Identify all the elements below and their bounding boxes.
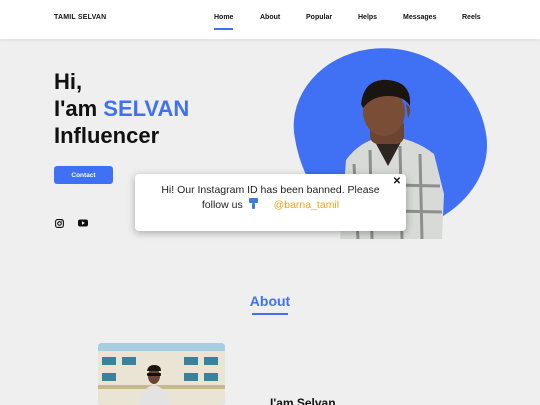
instagram-icon[interactable] xyxy=(53,217,65,229)
announcement-popup: ✕ Hi! Our Instagram ID has been banned. … xyxy=(135,174,406,231)
top-navbar: TAMIL SELVAN Home About Popular Helps Me… xyxy=(0,0,540,39)
nav-helps[interactable]: Helps xyxy=(358,14,377,21)
about-heading: I'am Selvan xyxy=(270,396,336,405)
nav-popular[interactable]: Popular xyxy=(306,14,332,21)
youtube-icon[interactable] xyxy=(77,217,89,229)
nav-reels[interactable]: Reels xyxy=(462,14,481,21)
about-photo xyxy=(98,343,225,405)
hero-name: SELVAN xyxy=(103,96,190,121)
about-section-title: About xyxy=(249,293,291,309)
nav-about[interactable]: About xyxy=(260,14,280,21)
about-title-underline xyxy=(252,313,288,315)
pointing-down-icon xyxy=(248,198,259,210)
hero-name-prefix: I'am xyxy=(54,96,104,121)
hero-role: Influencer xyxy=(54,123,160,148)
nav-home[interactable]: Home xyxy=(214,14,234,30)
hero-heading: Hi, I'am SELVAN Influencer xyxy=(54,68,189,149)
nav-messages[interactable]: Messages xyxy=(403,14,436,21)
hero-name-line: I'am SELVAN xyxy=(54,95,189,122)
hero-greeting: Hi, xyxy=(54,69,83,94)
popup-message: Hi! Our Instagram ID has been banned. Pl… xyxy=(135,183,406,213)
brand-logo[interactable]: TAMIL SELVAN xyxy=(54,14,106,21)
popup-message-text: Hi! Our Instagram ID has been banned. Pl… xyxy=(161,184,380,211)
instagram-handle-link[interactable]: @barna_tamil xyxy=(274,199,340,211)
contact-button[interactable]: Contact xyxy=(54,166,113,184)
